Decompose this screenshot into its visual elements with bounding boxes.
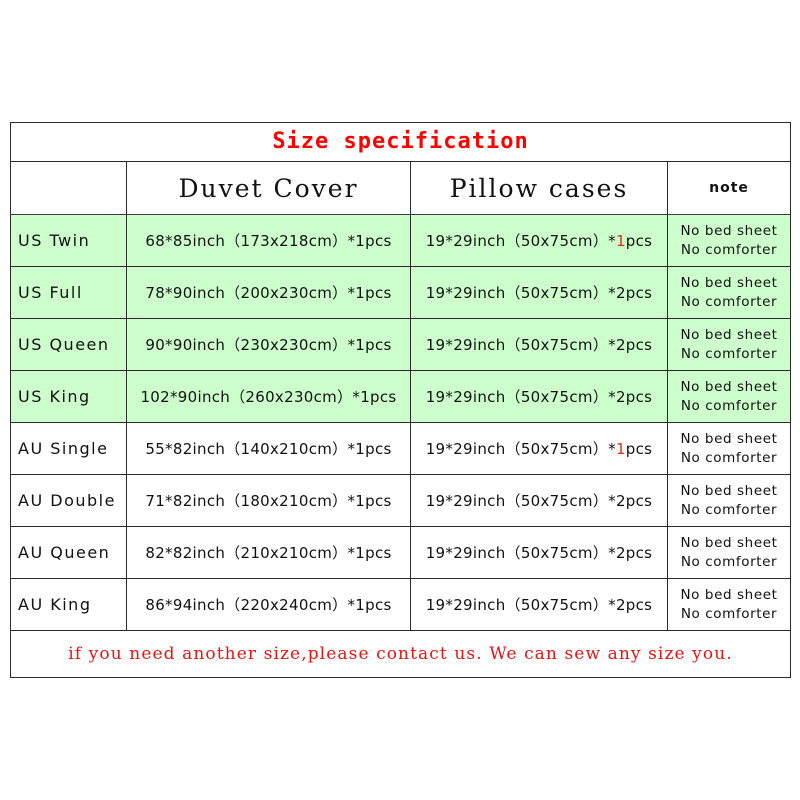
pillow-size-text: 19*29inch（50x75cm）* [425,440,616,458]
pillow-quantity: 2 [615,284,626,302]
pillow-cases-cell-5: 19*29inch（50x75cm）*2pcs [410,474,668,527]
duvet-cover-cell-1: 78*90inch（200x230cm）*1pcs [126,266,411,319]
pillow-size-text: 19*29inch（50x75cm）* [425,492,616,510]
note-line-2: No comforter [680,345,778,362]
row-label-1: US Full [10,266,127,319]
duvet-cover-cell-4: 55*82inch（140x210cm）*1pcs [126,422,411,475]
page-title: Size specification [9,122,792,162]
note-cell-6: No bed sheet No comforter [666,526,792,579]
pillow-quantity-unit: pcs [625,492,653,510]
title-row: Size specification [9,122,792,162]
table-row: AU Single 55*82inch（140x210cm）*1pcs 19*29i… [10,422,792,475]
duvet-cover-cell-0: 68*85inch（173x218cm）*1pcs [126,214,411,267]
note-line-2: No comforter [680,397,778,414]
note-cell-0: No bed sheet No comforter [666,214,792,267]
pillow-quantity: 1 [615,232,626,250]
table-body: Size specification Duvet Cover Pillow ca… [9,122,792,678]
pillow-size-text: 19*29inch（50x75cm）* [425,388,616,406]
note-cell-3: No bed sheet No comforter [666,370,792,423]
pillow-size-text: 19*29inch（50x75cm）* [425,336,616,354]
pillow-size-text: 19*29inch（50x75cm）* [425,284,616,302]
row-label-7: AU King [10,578,127,631]
duvet-cover-cell-3: 102*90inch（260x230cm）*1pcs [126,370,411,423]
footer-note: if you need another size,please contact … [9,630,792,678]
duvet-cover-cell-5: 71*82inch（180x210cm）*1pcs [126,474,411,527]
note-line-1: No bed sheet [680,482,778,499]
pillow-cases-cell-1: 19*29inch（50x75cm）*2pcs [410,266,668,319]
pillow-quantity-unit: pcs [625,232,653,250]
pillow-quantity-unit: pcs [625,336,653,354]
table-row: US Queen 90*90inch（230x230cm）*1pcs 19*29in… [10,318,792,371]
row-label-2: US Queen [10,318,127,371]
pillow-quantity-unit: pcs [625,440,653,458]
note-cell-7: No bed sheet No comforter [666,578,792,631]
table-row: AU Queen 82*82inch（210x210cm）*1pcs 19*29in… [10,526,792,579]
pillow-size-text: 19*29inch（50x75cm）* [425,596,616,614]
header-duvet-cover: Duvet Cover [126,161,411,215]
note-line-2: No comforter [680,553,778,570]
note-line-1: No bed sheet [680,274,778,291]
row-label-6: AU Queen [10,526,127,579]
footer-row: if you need another size,please contact … [9,630,792,678]
pillow-quantity-unit: pcs [625,544,653,562]
note-cell-5: No bed sheet No comforter [666,474,792,527]
pillow-cases-cell-4: 19*29inch（50x75cm）*1pcs [410,422,668,475]
pillow-size-text: 19*29inch（50x75cm）* [425,544,616,562]
size-specification-table: Size specification Duvet Cover Pillow ca… [9,122,792,678]
note-cell-2: No bed sheet No comforter [666,318,792,371]
duvet-cover-cell-6: 82*82inch（210x210cm）*1pcs [126,526,411,579]
note-line-2: No comforter [680,241,778,258]
table-row: AU King 86*94inch（220x240cm）*1pcs 19*29inc… [10,578,792,631]
header-blank-cell [10,161,127,215]
note-line-2: No comforter [680,501,778,518]
duvet-cover-cell-7: 86*94inch（220x240cm）*1pcs [126,578,411,631]
pillow-cases-cell-7: 19*29inch（50x75cm）*2pcs [410,578,668,631]
pillow-cases-cell-3: 19*29inch（50x75cm）*2pcs [410,370,668,423]
pillow-quantity: 1 [615,440,626,458]
pillow-cases-cell-6: 19*29inch（50x75cm）*2pcs [410,526,668,579]
column-header-row: Duvet Cover Pillow cases note [10,161,792,215]
row-label-4: AU Single [10,422,127,475]
table-row: AU Double 71*82inch（180x210cm）*1pcs 19*29i… [10,474,792,527]
pillow-quantity: 2 [615,596,626,614]
pillow-quantity: 2 [615,336,626,354]
pillow-size-text: 19*29inch（50x75cm）* [425,232,616,250]
row-label-3: US King [10,370,127,423]
note-line-1: No bed sheet [680,326,778,343]
table-row: US King 102*90inch（260x230cm）*1pcs 19*29in… [10,370,792,423]
duvet-cover-cell-2: 90*90inch（230x230cm）*1pcs [126,318,411,371]
note-line-1: No bed sheet [680,222,778,239]
header-pillow-cases: Pillow cases [410,161,668,215]
note-line-2: No comforter [680,293,778,310]
pillow-quantity: 2 [615,388,626,406]
note-line-1: No bed sheet [680,430,778,447]
note-line-1: No bed sheet [680,378,778,395]
row-label-0: US Twin [10,214,127,267]
pillow-quantity: 2 [615,544,626,562]
note-line-2: No comforter [680,449,778,466]
table-row: US Full 78*90inch（200x230cm）*1pcs 19*29inc… [10,266,792,319]
pillow-quantity: 2 [615,492,626,510]
note-line-1: No bed sheet [680,586,778,603]
header-note: note [666,161,792,215]
pillow-cases-cell-0: 19*29inch（50x75cm）*1pcs [410,214,668,267]
pillow-quantity-unit: pcs [625,284,653,302]
size-specification-image: Size specification Duvet Cover Pillow ca… [0,0,800,800]
table-row: US Twin 68*85inch（173x218cm）*1pcs 19*29inc… [10,214,792,267]
note-cell-4: No bed sheet No comforter [666,422,792,475]
pillow-quantity-unit: pcs [625,596,653,614]
note-line-2: No comforter [680,605,778,622]
pillow-cases-cell-2: 19*29inch（50x75cm）*2pcs [410,318,668,371]
row-label-5: AU Double [10,474,127,527]
pillow-quantity-unit: pcs [625,388,653,406]
note-line-1: No bed sheet [680,534,778,551]
note-cell-1: No bed sheet No comforter [666,266,792,319]
